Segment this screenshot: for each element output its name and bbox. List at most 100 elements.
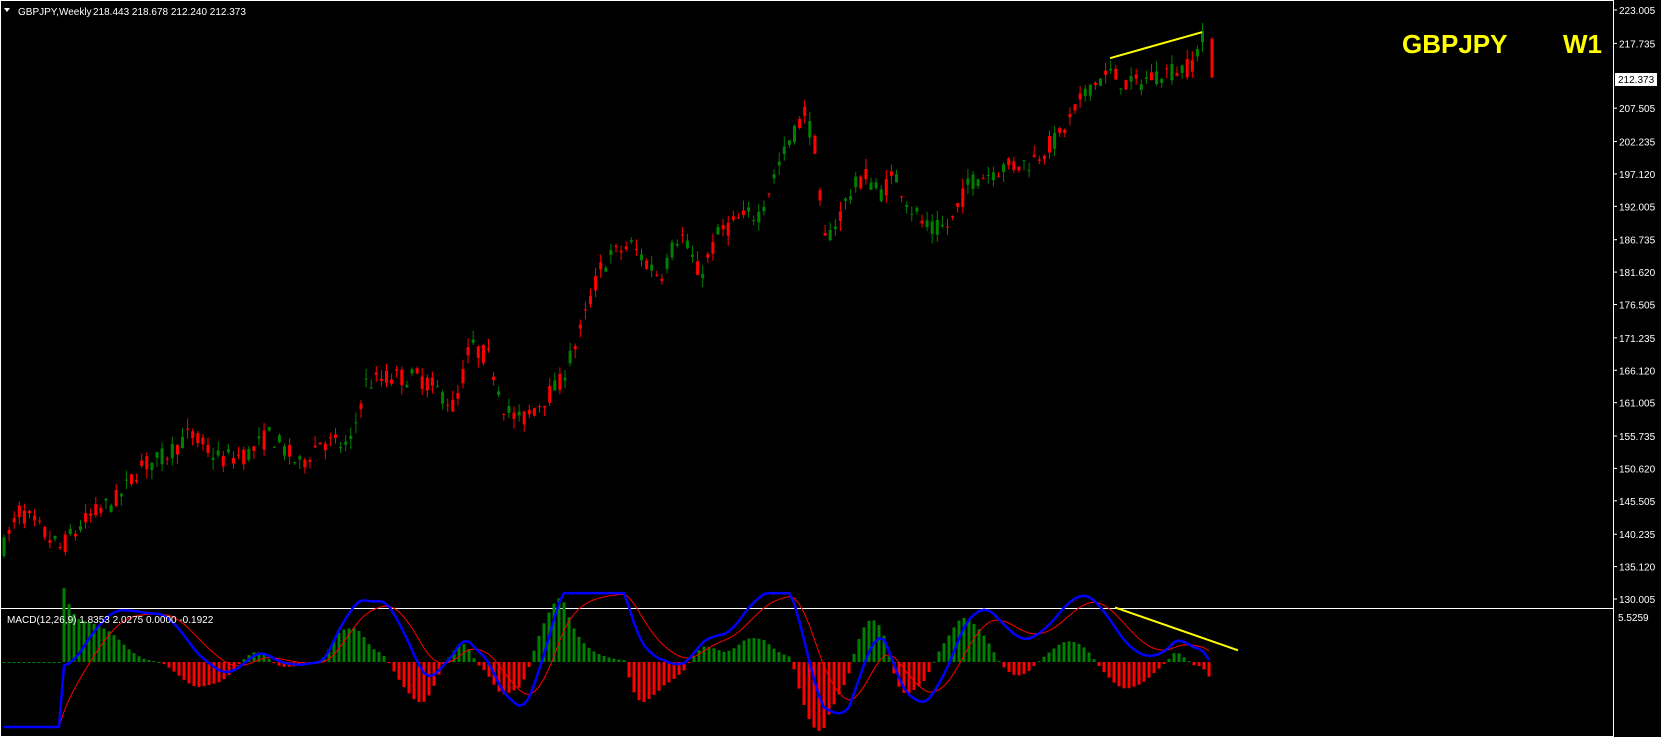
candle-body	[33, 515, 37, 521]
candle-body	[313, 445, 317, 448]
candle-body	[854, 176, 858, 188]
candle-body	[344, 441, 348, 445]
macd-histogram-bar	[797, 662, 801, 689]
candle-body	[578, 324, 582, 329]
macd-histogram-bar	[782, 654, 786, 662]
macd-histogram-bar	[1037, 661, 1041, 663]
macd-histogram-bar	[1092, 659, 1096, 662]
candle-body	[787, 140, 791, 145]
macd-histogram-bar	[927, 662, 931, 673]
macd-histogram-bar	[877, 625, 881, 662]
macd-histogram-bar	[587, 647, 591, 662]
candle-body	[181, 436, 184, 449]
candle-body	[583, 309, 587, 311]
candle-body	[726, 222, 730, 236]
candle-body	[706, 254, 710, 258]
candle-body	[130, 474, 133, 485]
candle-body	[89, 513, 93, 516]
candle-body	[736, 217, 740, 219]
macd-histogram-bar	[1187, 661, 1191, 663]
macd-histogram-bar	[827, 662, 831, 715]
candle-body	[502, 413, 506, 415]
candle-body	[1032, 154, 1036, 157]
candle-body	[655, 274, 659, 276]
candle-body	[752, 219, 756, 221]
candle-body	[1124, 79, 1128, 90]
candle-body	[915, 207, 919, 212]
candle-body	[1139, 84, 1143, 91]
macd-histogram-bar	[1147, 662, 1151, 678]
macd-histogram-bar	[997, 660, 1001, 662]
macd-histogram-bar	[387, 662, 391, 663]
macd-histogram-bar	[1152, 662, 1156, 674]
candle-body	[226, 448, 230, 453]
chart-window[interactable]: GBPJPY,Weekly 218.443 218.678 212.240 21…	[0, 0, 1661, 737]
macd-histogram-bar	[607, 657, 611, 662]
candle-body	[497, 391, 501, 396]
macd-histogram-bar	[1007, 662, 1011, 672]
candle-body	[874, 182, 878, 188]
price-tick-label: 217.735	[1619, 39, 1656, 50]
macd-histogram-bar	[1032, 662, 1036, 667]
candle-body	[201, 437, 205, 445]
candle-body	[971, 174, 975, 189]
macd-trendline[interactable]	[1114, 606, 1239, 652]
price-axis[interactable]: 223.005 217.735 207.505 202.235 197.120 192.0…	[1613, 6, 1656, 606]
macd-histogram-bar	[1002, 662, 1006, 668]
candle-body	[1058, 128, 1062, 134]
candle-body	[94, 504, 98, 516]
candle-body	[405, 384, 409, 388]
macd-histogram-bar	[972, 623, 976, 662]
macd-histogram-bar	[912, 662, 916, 690]
candle-body	[165, 458, 169, 460]
candle-body	[951, 215, 955, 218]
candle-body	[573, 346, 577, 350]
candle-body	[818, 190, 822, 201]
macd-histogram-bar	[1197, 662, 1201, 667]
candle-body	[354, 422, 358, 424]
macd-histogram-bar	[752, 638, 756, 662]
candle-body	[262, 430, 266, 450]
candle-body	[517, 411, 521, 416]
candle-body	[221, 456, 225, 467]
macd-histogram-bar	[992, 652, 996, 662]
candle-body	[711, 241, 715, 254]
candle-body	[660, 278, 664, 281]
candle-body	[599, 262, 603, 270]
macd-histogram-bar	[197, 662, 201, 687]
candle-body	[48, 540, 52, 543]
macd-histogram-bar	[687, 662, 691, 664]
macd-histogram-bar	[987, 643, 991, 662]
candle-body	[170, 443, 174, 459]
price-trendline[interactable]	[1109, 31, 1203, 60]
candle-body	[798, 118, 802, 128]
timeframe-label: W1	[1563, 29, 1602, 59]
price-tick-label: 161.005	[1619, 399, 1656, 410]
candle-body	[22, 510, 26, 524]
macd-histogram-bar	[822, 662, 826, 728]
macd-title: MACD(12,26,9) 1.8353 2.0275 0.0000 -0.19…	[7, 615, 214, 626]
price-tick-label: 140.235	[1619, 530, 1656, 541]
candle-body	[691, 254, 694, 257]
candle-body	[395, 369, 399, 371]
candle-body	[1185, 58, 1189, 78]
macd-histogram-bar	[352, 628, 356, 662]
macd-histogram-bar	[272, 662, 276, 664]
macd-histogram-bar	[1017, 662, 1021, 676]
macd-histogram-bar	[907, 662, 911, 693]
macd-histogram-bar	[762, 640, 766, 662]
price-tick-label: 155.735	[1619, 432, 1656, 443]
candle-body	[1027, 170, 1031, 172]
macd-histogram-bar	[422, 662, 426, 702]
candle-body	[589, 295, 592, 305]
candle-body	[823, 233, 827, 236]
chevron-down-icon[interactable]	[4, 8, 10, 12]
candle-body	[1042, 155, 1046, 160]
candle-body	[12, 518, 16, 523]
macd-histogram-bar	[767, 644, 771, 662]
candle-body	[1022, 160, 1026, 162]
candle-body	[476, 346, 480, 358]
macd-histogram-bar	[772, 648, 776, 662]
candle-body	[481, 344, 485, 364]
candle-body	[1109, 68, 1113, 71]
